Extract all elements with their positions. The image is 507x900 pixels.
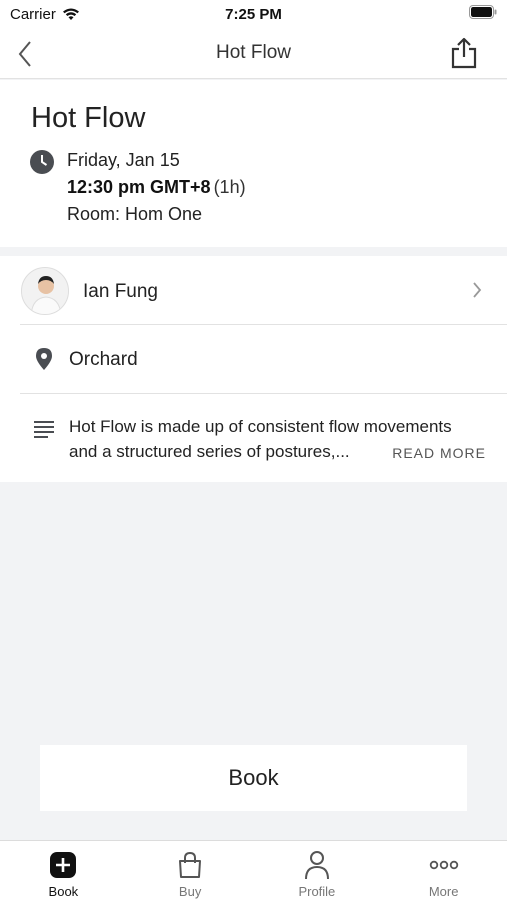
nav-title: Hot Flow: [216, 42, 291, 63]
class-date: Friday, Jan 15: [67, 150, 180, 170]
description-line-1: Hot Flow is made up of consistent flow m…: [69, 417, 452, 436]
tab-bar: Book Buy Profile More: [0, 840, 507, 900]
book-button[interactable]: Book: [40, 745, 467, 811]
status-time: 7:25 PM: [225, 5, 282, 23]
class-header-card: Hot Flow Friday, Jan 15 12:30 pm GMT+8 (1…: [0, 80, 507, 247]
description-line-2: and a structured series of postures,...: [69, 442, 350, 461]
clock-icon: [30, 150, 54, 174]
tab-book[interactable]: Book: [0, 841, 127, 900]
class-time-line: 12:30 pm GMT+8 (1h): [67, 177, 246, 198]
tab-buy-label: Buy: [178, 884, 202, 899]
tab-profile-label: Profile: [298, 884, 336, 899]
read-more-link[interactable]: READ MORE: [392, 445, 486, 461]
location-pin-icon: [36, 348, 52, 370]
location-row[interactable]: Orchard: [20, 325, 507, 394]
plus-square-icon: [48, 850, 78, 880]
more-dots-icon: [429, 850, 459, 880]
instructor-row[interactable]: Ian Fung: [20, 256, 507, 325]
class-details-card: Ian Fung Orchard Hot Flow is made up of …: [0, 256, 507, 482]
shopping-bag-icon: [175, 850, 205, 880]
status-bar: Carrier 7:25 PM: [0, 0, 507, 28]
class-room: Room: Hom One: [67, 204, 203, 224]
tab-buy[interactable]: Buy: [127, 841, 254, 900]
tab-book-label: Book: [48, 884, 79, 899]
person-icon: [302, 850, 332, 880]
navigation-bar: Hot Flow: [0, 28, 507, 79]
location-name: Orchard: [69, 349, 138, 370]
tab-more-label: More: [428, 884, 459, 899]
class-duration: (1h): [213, 177, 246, 197]
class-time: 12:30 pm GMT+8: [67, 177, 211, 197]
share-icon: [451, 37, 477, 69]
chevron-right-icon: [473, 282, 482, 298]
description-row: Hot Flow is made up of consistent flow m…: [20, 394, 507, 482]
share-button[interactable]: [449, 36, 479, 70]
class-title: Hot Flow: [31, 102, 146, 134]
battery-icon: [469, 5, 497, 23]
chevron-left-icon: [18, 41, 31, 67]
avatar-image: [22, 268, 68, 314]
tab-profile[interactable]: Profile: [254, 841, 381, 900]
tab-more[interactable]: More: [380, 841, 507, 900]
instructor-name: Ian Fung: [83, 281, 158, 302]
back-button[interactable]: [10, 38, 40, 70]
text-lines-icon: [34, 421, 54, 438]
instructor-avatar: [21, 267, 69, 315]
